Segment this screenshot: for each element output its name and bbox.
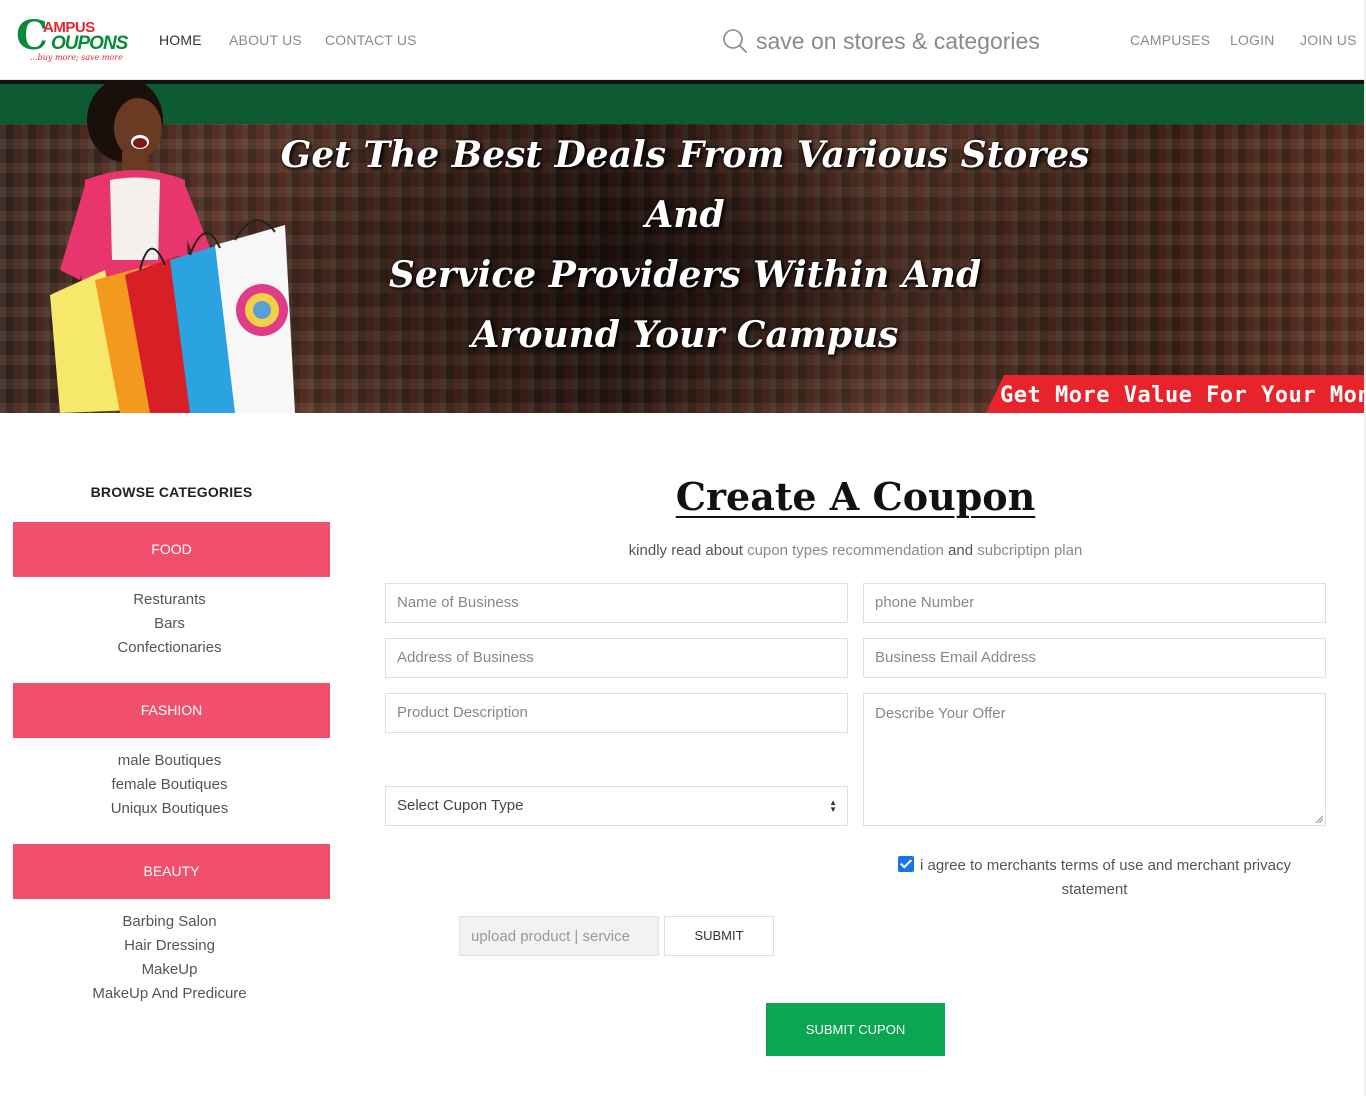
business-address-input[interactable]: Address of Business [385, 638, 848, 678]
phone-number-input[interactable]: phone Number [863, 583, 1326, 623]
create-coupon-title: Create A Coupon [385, 474, 1326, 519]
nav-campuses[interactable]: CAMPUSES [1130, 32, 1210, 48]
nav-about-us[interactable]: ABOUT US [229, 32, 302, 48]
create-coupon-title-text: Create A Coupon [675, 474, 1036, 519]
coupon-types-link[interactable]: cupon types recommendation [747, 542, 944, 559]
category-item-uniqux-boutiques[interactable]: Uniqux Boutiques [13, 800, 326, 817]
search-placeholder[interactable]: save on stores & categories [756, 28, 1040, 55]
business-name-input[interactable]: Name of Business [385, 583, 848, 623]
terms-checkbox[interactable] [897, 856, 914, 872]
nav-home[interactable]: HOME [159, 32, 202, 48]
subtitle-text-mid: and [943, 542, 978, 559]
business-email-input[interactable]: Business Email Address [863, 638, 1326, 678]
search-bar[interactable]: save on stores & categories [722, 26, 1082, 56]
coupon-type-select[interactable]: Select Cupon Type ▲ ▼ [385, 786, 848, 826]
nav-join-us[interactable]: JOIN US [1300, 32, 1357, 48]
banner-headline-line: Get The Best Deals From Various Stores A… [280, 134, 1090, 236]
category-item-male-boutiques[interactable]: male Boutiques [13, 752, 326, 769]
category-fashion-button[interactable]: FASHION [13, 683, 330, 738]
banner-headline-line: Around Your Campus [471, 314, 899, 356]
category-item-confectionaries[interactable]: Confectionaries [13, 639, 326, 656]
subscription-plan-link[interactable]: subcriptipn plan [977, 542, 1082, 559]
category-item-female-boutiques[interactable]: female Boutiques [13, 776, 326, 793]
category-item-makeup-and-predicure[interactable]: MakeUp And Predicure [13, 985, 326, 1002]
banner-headline: Get The Best Deals From Various Stores A… [250, 125, 1120, 365]
coupon-type-selected-value: Select Cupon Type [397, 797, 524, 814]
submit-upload-button[interactable]: SUBMIT [664, 916, 774, 956]
category-item-resturants[interactable]: Resturants [13, 591, 326, 608]
terms-agreement-text: i agree to merchants terms of use and me… [919, 857, 1291, 898]
form-subtitle: kindly read about cupon types recommenda… [385, 542, 1326, 559]
product-description-input[interactable]: Product Description [385, 693, 848, 733]
logo-word-bottom: OUPONS [51, 33, 128, 54]
subtitle-text-pre: kindly read about [628, 542, 748, 559]
banner-headline-line: Service Providers Within And [388, 254, 982, 296]
submit-coupon-button[interactable]: SUBMIT CUPON [766, 1003, 945, 1056]
upload-product-field[interactable]: upload product | service [459, 916, 659, 956]
browse-categories-title: BROWSE CATEGORIES [90, 484, 253, 500]
campus-coupons-logo[interactable]: C AMPUS OUPONS ...buy more; save more [16, 16, 132, 64]
banner-tagline: Get More Value For Your Money [1000, 383, 1366, 408]
site-header: C AMPUS OUPONS ...buy more; save more HO… [0, 0, 1366, 80]
category-beauty-button[interactable]: BEAUTY [13, 844, 330, 899]
terms-agreement: i agree to merchants terms of use and me… [863, 854, 1326, 902]
describe-offer-placeholder: Describe Your Offer [875, 705, 1006, 722]
category-item-makeup[interactable]: MakeUp [13, 961, 326, 978]
category-item-barbing-salon[interactable]: Barbing Salon [13, 913, 326, 930]
describe-offer-textarea[interactable]: Describe Your Offer [863, 693, 1326, 826]
search-icon [723, 29, 747, 53]
category-item-bars[interactable]: Bars [13, 615, 326, 632]
nav-contact-us[interactable]: CONTACT US [325, 32, 417, 48]
select-arrows-icon: ▲ ▼ [829, 798, 837, 814]
category-item-hair-dressing[interactable]: Hair Dressing [13, 937, 326, 954]
nav-login[interactable]: LOGIN [1230, 32, 1275, 48]
category-food-button[interactable]: FOOD [13, 522, 330, 577]
resize-grip-icon[interactable] [1315, 815, 1323, 823]
logo-tagline: ...buy more; save more [30, 53, 123, 62]
